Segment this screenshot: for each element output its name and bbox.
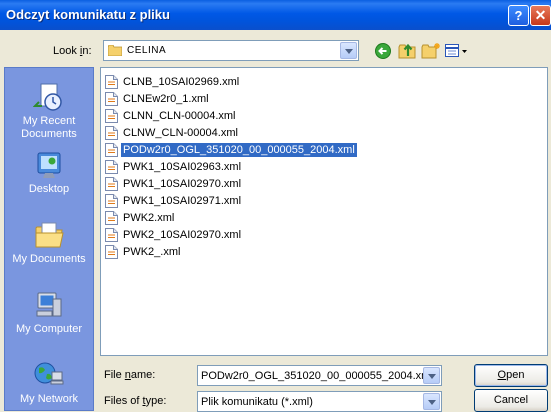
up-folder-icon[interactable] [398,42,418,60]
place-my-computer[interactable]: My Computer [5,290,93,336]
close-icon: ✕ [534,7,547,23]
xml-file-icon [105,75,118,89]
file-name: PODw2r0_OGL_351020_00_000055_2004.xml [120,142,358,158]
file-name-dropdown-button[interactable] [423,367,440,384]
xml-file-icon [105,109,118,123]
xml-file-icon [105,160,118,174]
my-computer-icon [36,292,62,317]
files-of-type-label: Files of type: [104,395,167,407]
file-name: PWK2_.xml [123,246,181,258]
xml-file-icon [105,126,118,140]
xml-file-icon [105,177,118,191]
folder-icon [108,45,122,56]
files-of-type-dropdown[interactable]: Plik komunikatu (*.xml) [197,391,442,412]
help-button[interactable]: ? [508,5,529,26]
file-name: CLNW_CLN-00004.xml [123,127,238,139]
my-network-icon [34,362,64,385]
place-my-recent-documents[interactable]: My Recent Documents [5,82,93,141]
xml-file-icon [105,228,118,242]
look-in-value: CELINA [127,45,167,56]
close-button[interactable]: ✕ [530,5,551,26]
file-name: CLNB_10SAI02969.xml [123,76,240,88]
xml-file-icon [105,143,118,157]
places-bar: My Recent Documents Desktop My Documents… [4,67,94,411]
file-name: CLNN_CLN-00004.xml [123,110,236,122]
cancel-button[interactable]: Cancel [474,389,548,412]
title-bar[interactable]: Odczyt komunikatu z pliku ? ✕ [0,0,551,30]
file-name-value: PODw2r0_OGL_351020_00_000055_2004.xml [201,370,433,382]
look-in-dropdown-button[interactable] [340,42,357,59]
look-in-dropdown[interactable]: CELINA [103,40,359,61]
file-name: PWK1_10SAI02971.xml [123,195,242,207]
view-menu-icon[interactable] [444,42,470,60]
look-in-label: Look in: [53,45,92,57]
file-name: CLNEw2r0_1.xml [123,93,209,105]
file-name-input[interactable]: PODw2r0_OGL_351020_00_000055_2004.xml [197,365,442,386]
help-icon: ? [514,8,523,23]
xml-file-icon [105,194,118,208]
file-list[interactable]: CLNB_10SAI02969.xml CLNEw2r0_1.xml CLNN_CL… [100,67,548,356]
place-my-network[interactable]: My Network [5,360,93,406]
desktop-icon [37,152,61,178]
file-name: PWK2_10SAI02970.xml [123,229,242,241]
xml-file-icon [105,92,118,106]
file-name: PWK2.xml [123,212,175,224]
my-documents-icon [35,222,64,248]
file-name: PWK1_10SAI02963.xml [123,161,242,173]
xml-file-icon [105,245,118,259]
recent-documents-icon [33,83,62,111]
files-of-type-value: Plik komunikatu (*.xml) [201,396,313,408]
place-my-documents[interactable]: My Documents [5,220,93,266]
file-name: PWK1_10SAI02970.xml [123,178,242,190]
place-desktop[interactable]: Desktop [5,150,93,196]
xml-file-icon [105,211,118,225]
window-title: Odczyt komunikatu z pliku [6,7,170,22]
files-of-type-dropdown-button[interactable] [423,393,440,410]
new-folder-icon[interactable] [421,42,441,60]
file-name-label: File name: [104,369,156,381]
open-button[interactable]: Open [474,364,548,387]
back-icon[interactable] [374,42,394,60]
